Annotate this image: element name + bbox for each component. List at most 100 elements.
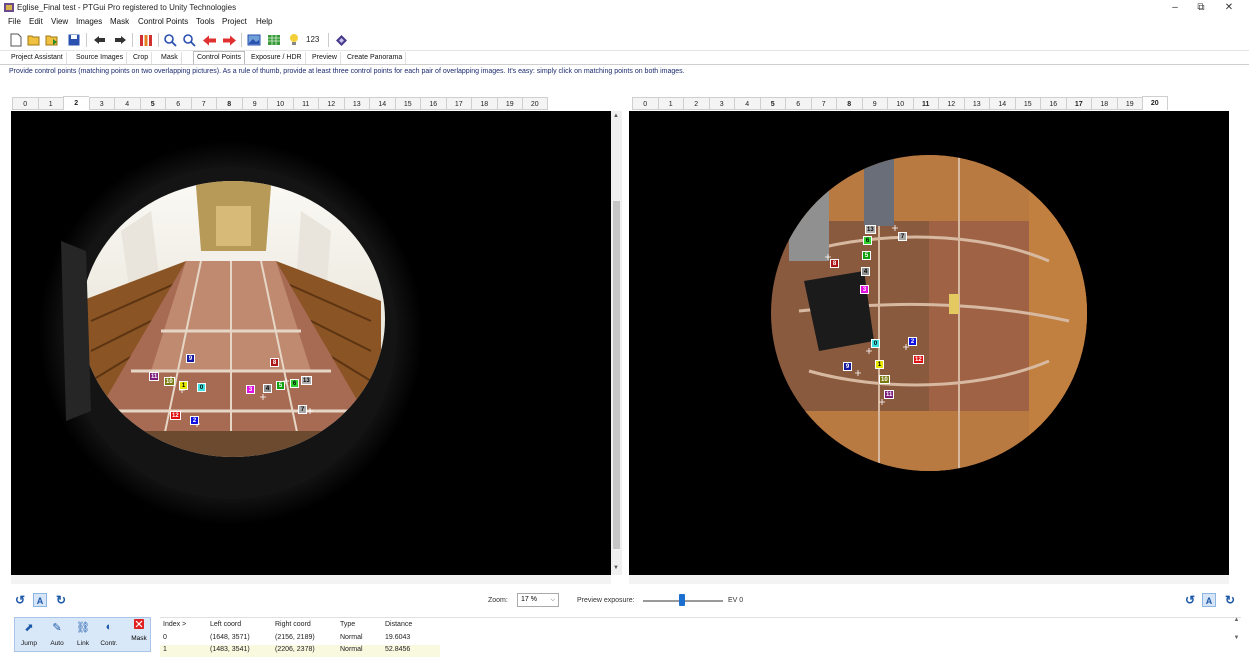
right-control-point[interactable]: 4 (861, 267, 870, 276)
left-image-tab-6[interactable]: 6 (165, 97, 191, 110)
right-control-point[interactable]: 0 (871, 339, 880, 348)
left-image-tab-13[interactable]: 13 (343, 97, 369, 110)
right-image-tab-11[interactable]: 11 (912, 97, 938, 110)
right-image-tab-14[interactable]: 14 (989, 97, 1015, 110)
header-distance[interactable]: Distance (385, 621, 412, 628)
right-control-point[interactable]: 12 (913, 355, 924, 364)
left-image-tab-18[interactable]: 18 (471, 97, 497, 110)
left-image-tab-19[interactable]: 19 (496, 97, 522, 110)
jump-button[interactable]: ⬈ Jump (18, 620, 40, 652)
zoom-out-icon[interactable] (181, 32, 197, 48)
tab-exposure-hdr[interactable]: Exposure / HDR (248, 52, 306, 64)
left-image-tab-14[interactable]: 14 (369, 97, 395, 110)
zoom-in-icon[interactable] (162, 32, 178, 48)
open-project-icon[interactable] (26, 32, 42, 48)
header-type[interactable]: Type (340, 621, 355, 628)
left-image-tab-12[interactable]: 12 (318, 97, 344, 110)
ptgui-website-icon[interactable] (333, 32, 349, 48)
right-control-point[interactable]: 9 (843, 362, 852, 371)
right-image-tab-7[interactable]: 7 (810, 97, 836, 110)
right-control-point[interactable]: 6 (863, 236, 872, 245)
left-control-point[interactable]: 2 (190, 416, 199, 425)
left-horizontal-scrollbar[interactable] (11, 575, 611, 584)
left-vertical-scrollbar[interactable]: ▲ ▼ (611, 111, 622, 575)
new-project-icon[interactable] (8, 32, 24, 48)
undo-icon[interactable] (92, 32, 108, 48)
menu-control-points[interactable]: Control Points (138, 17, 188, 26)
restore-button[interactable]: ⧉ (1190, 1, 1212, 15)
next-image-icon[interactable] (221, 32, 237, 48)
previous-image-icon[interactable] (201, 32, 217, 48)
table-row[interactable]: 1 (1483, 3541) (2206, 2378) Normal 52.84… (160, 645, 440, 657)
right-control-point[interactable]: 1 (875, 360, 884, 369)
header-right-coord[interactable]: Right coord (275, 621, 311, 628)
left-image-tab-3[interactable]: 3 (88, 97, 114, 110)
open-recent-icon[interactable] (44, 32, 60, 48)
left-control-point[interactable]: 11 (149, 372, 160, 381)
left-image-tab-20[interactable]: 20 (522, 97, 548, 110)
tab-control-points[interactable]: Control Points (193, 51, 245, 64)
menu-help[interactable]: Help (256, 17, 272, 26)
left-control-point[interactable]: 0 (197, 383, 206, 392)
right-image-tab-8[interactable]: 8 (836, 97, 862, 110)
right-image-tab-6[interactable]: 6 (785, 97, 811, 110)
panorama-editor-icon[interactable] (246, 32, 262, 48)
header-index[interactable]: Index > (163, 621, 186, 628)
menu-images[interactable]: Images (76, 17, 102, 26)
left-image-tab-2[interactable]: 2 (63, 96, 89, 110)
scroll-down-icon[interactable]: ▼ (613, 565, 619, 571)
left-image-tab-17[interactable]: 17 (445, 97, 471, 110)
left-control-point[interactable]: 1 (179, 381, 188, 390)
left-image-tab-15[interactable]: 15 (394, 97, 420, 110)
left-control-point[interactable]: 9 (186, 354, 195, 363)
left-control-point[interactable]: 5 (276, 381, 285, 390)
left-image-tab-0[interactable]: 0 (12, 97, 38, 110)
rotate-left-icon-left[interactable]: ↺ (13, 593, 27, 607)
left-control-point[interactable]: 4 (263, 384, 272, 393)
close-button[interactable]: ✕ (1218, 1, 1240, 15)
right-image-tab-1[interactable]: 1 (657, 97, 683, 110)
link-button[interactable]: ⛓ Link (72, 620, 94, 652)
left-image-tab-16[interactable]: 16 (420, 97, 446, 110)
right-image-tab-15[interactable]: 15 (1014, 97, 1040, 110)
left-control-point[interactable]: 3 (246, 385, 255, 394)
tab-preview[interactable]: Preview (309, 52, 341, 64)
rotate-right-icon-right[interactable]: ↻ (1223, 593, 1237, 607)
left-image-pane[interactable]: 9 8 11 10 1 0 3 4 5 6 13 7 12 2 (11, 111, 611, 575)
rotate-left-icon-right[interactable]: ↺ (1183, 593, 1197, 607)
right-image-tab-9[interactable]: 9 (861, 97, 887, 110)
left-image-tab-11[interactable]: 11 (292, 97, 318, 110)
right-image-tab-2[interactable]: 2 (683, 97, 709, 110)
tab-mask[interactable]: Mask (158, 52, 182, 64)
right-control-point[interactable]: 13 (865, 225, 876, 234)
rotate-right-icon-left[interactable]: ↻ (54, 593, 68, 607)
right-control-point[interactable]: 8 (830, 259, 839, 268)
left-control-point[interactable]: 12 (170, 411, 181, 420)
left-control-point[interactable]: 13 (301, 376, 312, 385)
right-image-tab-17[interactable]: 17 (1065, 97, 1091, 110)
right-control-point[interactable]: 3 (860, 285, 869, 294)
table-row[interactable]: 0 (1648, 3571) (2156, 2189) Normal 19.60… (160, 633, 440, 645)
scroll-up-icon[interactable]: ▲ (613, 113, 619, 119)
control-point-table-icon[interactable] (266, 32, 282, 48)
left-image-tab-1[interactable]: 1 (37, 97, 63, 110)
right-image-tab-10[interactable]: 10 (887, 97, 913, 110)
right-image-tab-5[interactable]: 5 (759, 97, 785, 110)
number-transform-label[interactable]: 123 (306, 35, 319, 44)
left-image-tab-9[interactable]: 9 (241, 97, 267, 110)
menu-edit[interactable]: Edit (29, 17, 43, 26)
left-control-point[interactable]: 6 (290, 379, 299, 388)
redo-icon[interactable] (112, 32, 128, 48)
left-image-tab-10[interactable]: 10 (267, 97, 293, 110)
align-images-icon[interactable] (138, 32, 154, 48)
lightbulb-icon[interactable] (286, 32, 302, 48)
control-point-list[interactable]: Index > Left coord Right coord Type Dist… (160, 617, 1241, 657)
auto-rotate-button-left[interactable]: A (33, 593, 47, 607)
menu-tools[interactable]: Tools (196, 17, 215, 26)
tab-create-panorama[interactable]: Create Panorama (344, 52, 407, 64)
right-control-point[interactable]: 5 (862, 251, 871, 260)
right-image-pane[interactable]: 13 7 6 5 8 4 3 0 2 12 9 1 10 11 (629, 111, 1229, 575)
auto-button[interactable]: ✎ Auto (46, 620, 68, 652)
right-image-tab-20[interactable]: 20 (1142, 96, 1168, 110)
menu-view[interactable]: View (51, 17, 68, 26)
